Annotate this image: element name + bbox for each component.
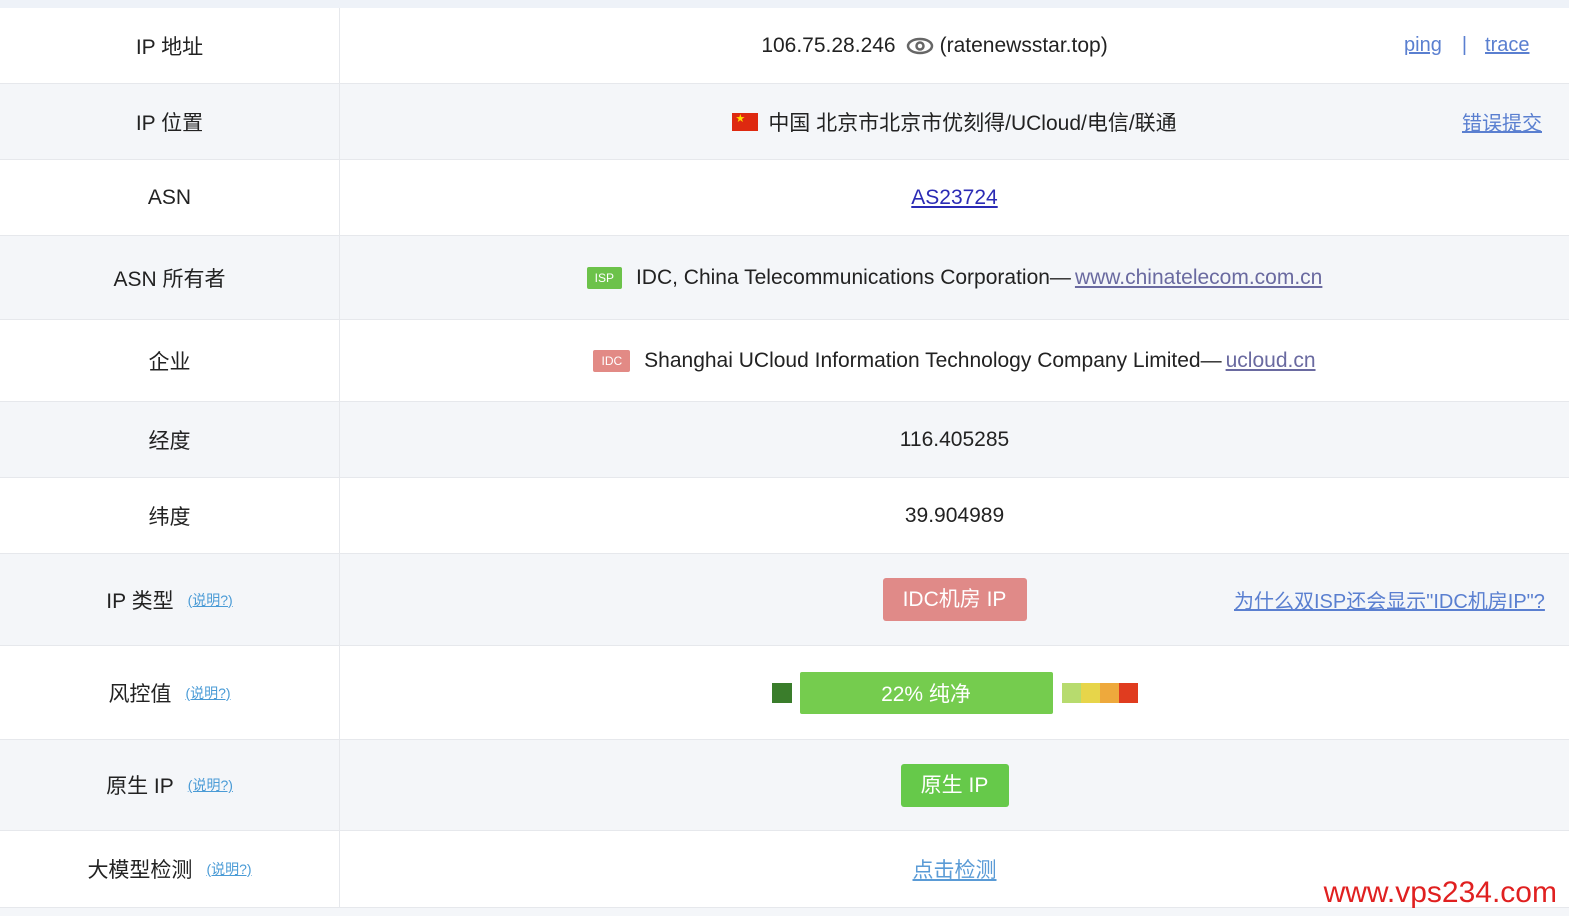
asn-label: ASN	[0, 160, 340, 235]
asn-owner-value-cell: ISP IDC, China Telecommunications Corpor…	[340, 236, 1569, 319]
row-company: 企业 IDC Shanghai UCloud Information Techn…	[0, 320, 1569, 402]
click-to-detect-link[interactable]: 点击检测	[913, 854, 997, 884]
row-asn: ASN AS23724	[0, 160, 1569, 236]
asn-owner-website-link[interactable]: www.chinatelecom.com.cn	[1075, 266, 1322, 290]
top-strip	[0, 0, 1569, 8]
native-ip-help-link[interactable]: (说明?)	[188, 775, 233, 795]
risk-label-cell: 风控值 (说明?)	[0, 646, 340, 739]
ip-address-value-cell: 106.75.28.246 (ratenewsstar.top)	[340, 8, 1569, 83]
ip-location-value: 中国 北京市北京市优刻得/UCloud/电信/联通	[768, 111, 1177, 135]
ip-type-badge: IDC机房 IP	[882, 578, 1027, 621]
ip-location-value-cell: ★ 中国 北京市北京市优刻得/UCloud/电信/联通	[340, 84, 1569, 159]
risk-score-bar: 22% 纯净	[799, 671, 1053, 714]
company-label: 企业	[0, 320, 340, 401]
ping-link[interactable]: ping	[1404, 34, 1442, 57]
row-risk-score: 风控值 (说明?) 22% 纯净	[0, 646, 1569, 740]
risk-help-link[interactable]: (说明?)	[185, 683, 230, 703]
site-watermark: www.vps234.com	[1323, 876, 1557, 909]
row-ip-location: IP 位置 ★ 中国 北京市北京市优刻得/UCloud/电信/联通 错误提交	[0, 84, 1569, 160]
actions-separator: |	[1461, 34, 1468, 56]
china-flag-icon: ★	[732, 112, 759, 131]
latitude-label: 纬度	[0, 478, 340, 553]
trace-link[interactable]: trace	[1485, 34, 1529, 57]
longitude-value: 116.405285	[899, 427, 1010, 451]
asn-value-cell: AS23724	[340, 160, 1569, 235]
native-ip-label: 原生 IP	[106, 775, 174, 798]
report-error-link[interactable]: 错误提交	[1462, 107, 1542, 136]
ip-address-value: 106.75.28.246	[761, 33, 896, 57]
ip-type-label-cell: IP 类型 (说明?)	[0, 554, 340, 645]
asn-owner-label: ASN 所有者	[0, 236, 340, 319]
asn-link[interactable]: AS23724	[911, 186, 997, 210]
ip-type-help-link[interactable]: (说明?)	[188, 590, 233, 610]
row-asn-owner: ASN 所有者 ISP IDC, China Telecommunication…	[0, 236, 1569, 320]
isp-badge: ISP	[586, 266, 622, 289]
idc-badge: IDC	[593, 349, 631, 372]
ip-address-label: IP 地址	[0, 8, 340, 83]
risk-scale-swatch-1	[1061, 682, 1081, 703]
risk-scale-swatch-4	[1118, 682, 1138, 703]
risk-value-cell: 22% 纯净	[340, 646, 1569, 739]
company-website-link[interactable]: ucloud.cn	[1226, 349, 1316, 373]
risk-label: 风控值	[108, 682, 172, 706]
native-ip-value-cell: 原生 IP	[340, 740, 1569, 830]
ip-actions: ping | trace	[1404, 8, 1529, 83]
risk-level-marker	[771, 682, 792, 703]
native-ip-label-cell: 原生 IP (说明?)	[0, 740, 340, 830]
native-ip-badge: 原生 IP	[900, 763, 1009, 807]
row-latitude: 纬度 39.904989	[0, 478, 1569, 554]
llm-label-cell: 大模型检测 (说明?)	[0, 831, 340, 907]
row-native-ip: 原生 IP (说明?) 原生 IP	[0, 740, 1569, 831]
llm-help-link[interactable]: (说明?)	[206, 859, 251, 879]
risk-meter: 22% 纯净	[771, 671, 1138, 714]
report-error-cell: 错误提交	[1462, 84, 1542, 159]
dual-isp-faq-link[interactable]: 为什么双ISP还会显示"IDC机房IP"?	[1234, 585, 1545, 614]
ip-hostname: (ratenewsstar.top)	[939, 33, 1108, 57]
company-value-cell: IDC Shanghai UCloud Information Technolo…	[340, 320, 1569, 401]
row-ip-type: IP 类型 (说明?) IDC机房 IP 为什么双ISP还会显示"IDC机房IP…	[0, 554, 1569, 646]
row-longitude: 经度 116.405285	[0, 402, 1569, 478]
ip-location-label: IP 位置	[0, 84, 340, 159]
company-name: Shanghai UCloud Information Technology C…	[644, 348, 1222, 372]
longitude-label: 经度	[0, 402, 340, 477]
llm-label: 大模型检测	[87, 859, 193, 882]
ip-type-faq-cell: 为什么双ISP还会显示"IDC机房IP"?	[1234, 554, 1545, 645]
latitude-value: 39.904989	[904, 503, 1005, 527]
row-ip-address: IP 地址 106.75.28.246 (ratenewsstar.top) p…	[0, 8, 1569, 84]
risk-scale-swatch-3	[1099, 682, 1119, 703]
asn-owner-name: IDC, China Telecommunications Corporatio…	[635, 265, 1071, 289]
risk-scale-swatch-2	[1080, 682, 1100, 703]
eye-icon[interactable]	[906, 36, 934, 56]
ip-type-label: IP 类型	[106, 589, 174, 613]
